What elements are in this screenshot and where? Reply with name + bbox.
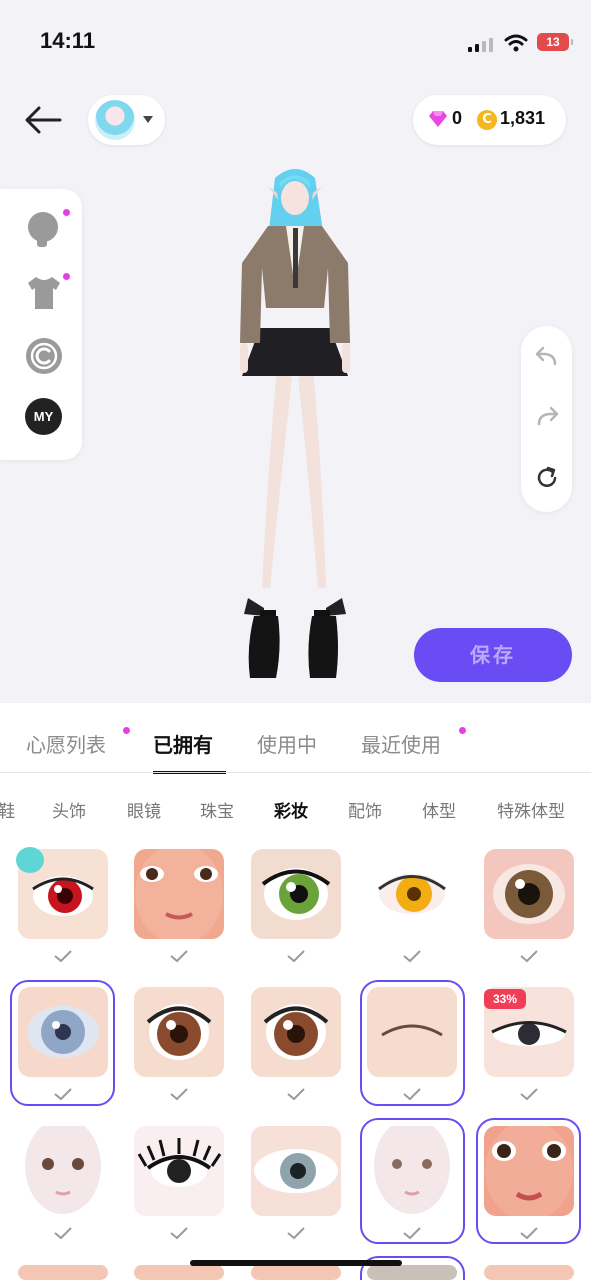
copyright-icon[interactable] bbox=[24, 336, 64, 376]
subtab-jewelry[interactable]: 珠宝 bbox=[200, 797, 234, 822]
check-icon bbox=[403, 1088, 421, 1101]
notification-dot bbox=[63, 209, 70, 216]
tab-wishlist[interactable]: 心愿列表 bbox=[26, 729, 106, 758]
subtab-special-body[interactable]: 特殊体型 bbox=[497, 797, 565, 822]
item-tile[interactable] bbox=[18, 1126, 108, 1216]
check-icon bbox=[170, 950, 188, 963]
home-indicator[interactable] bbox=[190, 1260, 402, 1266]
item-tile[interactable] bbox=[251, 1126, 341, 1216]
subtab-body[interactable]: 体型 bbox=[422, 797, 456, 822]
item-tile[interactable] bbox=[367, 849, 457, 939]
check-icon bbox=[54, 950, 72, 963]
refresh-icon[interactable] bbox=[533, 464, 561, 492]
check-icon bbox=[403, 950, 421, 963]
item-tile[interactable] bbox=[251, 849, 341, 939]
notification-dot bbox=[459, 727, 466, 734]
tab-recent[interactable]: 最近使用 bbox=[361, 729, 441, 758]
check-icon bbox=[520, 950, 538, 963]
status-time: 14:11 bbox=[40, 28, 96, 53]
item-tile[interactable] bbox=[18, 1265, 108, 1280]
coin-icon: C bbox=[477, 110, 497, 130]
coin-count: 1,831 bbox=[500, 108, 546, 128]
check-icon bbox=[403, 1227, 421, 1240]
gem-icon bbox=[429, 111, 447, 127]
signal-icon bbox=[468, 38, 496, 52]
eye-item-icon bbox=[493, 864, 565, 924]
eye-item-icon bbox=[254, 1149, 338, 1193]
discount-badge: 33% bbox=[484, 989, 526, 1009]
tab-divider bbox=[0, 772, 591, 773]
save-button[interactable]: 保存 bbox=[414, 628, 572, 682]
item-tile[interactable] bbox=[251, 1265, 341, 1280]
face-item-icon bbox=[25, 1126, 101, 1214]
check-icon bbox=[170, 1088, 188, 1101]
gem-count: 0 bbox=[452, 108, 463, 128]
subtab-shoes[interactable]: 鞋 bbox=[0, 797, 15, 822]
redo-icon[interactable] bbox=[533, 404, 561, 432]
eyelash-item-icon bbox=[137, 1138, 222, 1187]
battery-indicator: 13 bbox=[537, 33, 573, 51]
avatar bbox=[95, 100, 135, 140]
my-icon[interactable]: MY bbox=[25, 398, 62, 435]
arrow-left-icon[interactable] bbox=[22, 100, 62, 140]
item-tile[interactable] bbox=[134, 987, 224, 1077]
check-icon bbox=[520, 1227, 538, 1240]
shirt-icon[interactable] bbox=[24, 273, 64, 313]
check-icon bbox=[287, 1227, 305, 1240]
item-tile[interactable] bbox=[251, 987, 341, 1077]
item-tile[interactable] bbox=[134, 849, 224, 939]
item-tile[interactable] bbox=[134, 1126, 224, 1216]
caret-down-icon bbox=[143, 116, 153, 123]
avatar-character bbox=[240, 169, 350, 678]
category-side-panel: MY bbox=[0, 189, 82, 460]
check-icon bbox=[54, 1227, 72, 1240]
check-icon bbox=[287, 950, 305, 963]
subtab-glasses[interactable]: 眼镜 bbox=[127, 797, 161, 822]
history-panel bbox=[521, 326, 572, 512]
tab-owned[interactable]: 已拥有 bbox=[153, 729, 213, 758]
head-icon[interactable] bbox=[24, 209, 64, 249]
check-icon bbox=[170, 1227, 188, 1240]
tab-in-use[interactable]: 使用中 bbox=[257, 729, 317, 758]
check-icon bbox=[520, 1088, 538, 1101]
check-icon bbox=[287, 1088, 305, 1101]
subtab-accessories[interactable]: 配饰 bbox=[348, 797, 382, 822]
check-icon bbox=[54, 1088, 72, 1101]
item-tile[interactable] bbox=[484, 849, 574, 939]
eye-item-icon bbox=[378, 874, 446, 914]
currency-balance[interactable]: 0 C 1,831 bbox=[413, 95, 566, 145]
item-tile[interactable] bbox=[484, 1265, 574, 1280]
subtab-makeup[interactable]: 彩妆 bbox=[274, 797, 308, 822]
undo-icon[interactable] bbox=[533, 344, 561, 372]
eye-item-icon bbox=[263, 1004, 329, 1060]
subtab-headwear[interactable]: 头饰 bbox=[52, 797, 86, 822]
wifi-icon bbox=[504, 34, 528, 52]
face-item-icon bbox=[135, 849, 223, 939]
new-item-icon bbox=[16, 847, 44, 873]
item-tile[interactable] bbox=[134, 1265, 224, 1280]
notification-dot bbox=[123, 727, 130, 734]
notification-dot bbox=[63, 273, 70, 280]
eye-item-icon bbox=[146, 1004, 212, 1060]
eye-item-icon bbox=[261, 868, 331, 920]
avatar-switcher[interactable] bbox=[88, 95, 165, 145]
